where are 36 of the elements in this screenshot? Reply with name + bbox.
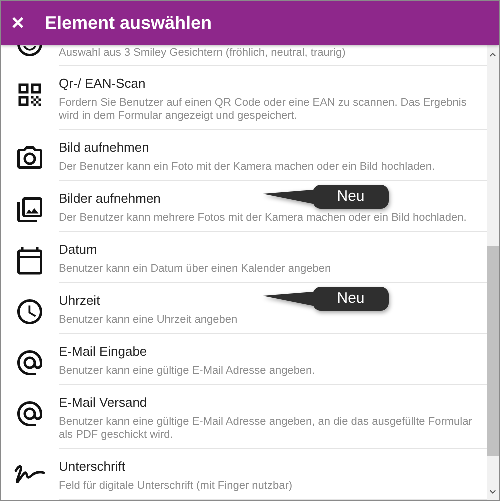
option-description: Der Benutzer kann ein Foto mit der Kamera machen oder ein Bild hochladen.: [59, 160, 436, 174]
at-sign-icon: [15, 348, 45, 378]
option-description: Der Benutzer kann mehrere Fotos mit der Kamera machen oder ein Bild hochladen.: [59, 212, 468, 225]
dialog-title: Element auswählen: [45, 12, 212, 34]
option-title: Unterschrift: [59, 458, 126, 476]
calendar-icon: [15, 246, 45, 276]
option-description: Feld für digitale Unterschrift (mit Finger nutzbar): [59, 480, 294, 493]
clock-icon: [15, 296, 45, 327]
element-option[interactable]: Bild aufnehmen Der Benutzer kann ein Foto mit der Kamera machen oder ein Bild hochladen.: [1, 130, 487, 181]
option-description: Benutzer kann eine gültige E-Mail Adresse angeben.: [59, 365, 316, 378]
option-title: Qr-/ EAN-Scan: [59, 75, 146, 93]
scroll-thumb[interactable]: [487, 246, 499, 456]
element-option[interactable]: Qr-/ EAN-Scan Fordern Sie Benutzer auf einen QR Code oder eine EAN zu scannen. Das Ergebnis wird in dem Formular angezeigt und gespeichert.: [1, 66, 487, 130]
option-description: Fordern Sie Benutzer auf einen QR Code oder eine EAN zu scannen. Das Ergebnis wird in dem Formular angezeigt und gespeichert.: [59, 97, 468, 123]
element-option[interactable]: E-Mail Versand Benutzer kann eine gültige E-Mail Adresse angeben, an die das ausgefüllte Formular als PDF geschickt wird.: [1, 385, 487, 449]
option-title: Bild aufnehmen: [59, 138, 150, 157]
element-option[interactable]: Unterschrift Feld für digitale Unterschrift (mit Finger nutzbar): [1, 448, 487, 500]
option-description: Benutzer kann eine Uhrzeit angeben: [59, 314, 239, 327]
option-title: E-Mail Versand: [59, 394, 148, 412]
option-description: Auswahl aus 3 Smiley Gesichtern (fröhlich, neutral, traurig): [59, 47, 347, 60]
close-button[interactable]: ✕: [11, 12, 23, 34]
element-option[interactable]: E-Mail Eingabe Benutzer kann eine gültige E-Mail Adresse angeben.: [1, 334, 487, 386]
scrollbar[interactable]: [487, 45, 499, 500]
option-description: Benutzer kann eine gültige E-Mail Adresse angeben, an die das ausgefüllte Formular als PDF geschickt wird.: [59, 416, 474, 442]
option-title: Datum: [59, 240, 98, 259]
at-sign-icon: [15, 399, 45, 430]
option-title: E-Mail Eingabe: [59, 343, 148, 362]
element-option[interactable]: Datum Benutzer kann ein Datum über einen Kalender angeben: [1, 232, 487, 283]
callout-pointer-icon: [263, 190, 313, 204]
element-option[interactable]: Bilder aufnehmen Neu Der Benutzer kann mehrere Fotos mit der Kamera machen oder ein Bild hochladen.: [1, 180, 487, 232]
callout-pointer-icon: [263, 292, 313, 306]
option-title: Uhrzeit: [59, 292, 100, 310]
photos-icon: [15, 194, 45, 225]
option-description: Benutzer kann ein Datum über einen Kalender angeben: [59, 262, 332, 276]
element-option[interactable]: Uhrzeit Neu Benutzer kann eine Uhrzeit angeben: [1, 282, 487, 334]
option-title: Bilder aufnehmen: [59, 190, 161, 208]
